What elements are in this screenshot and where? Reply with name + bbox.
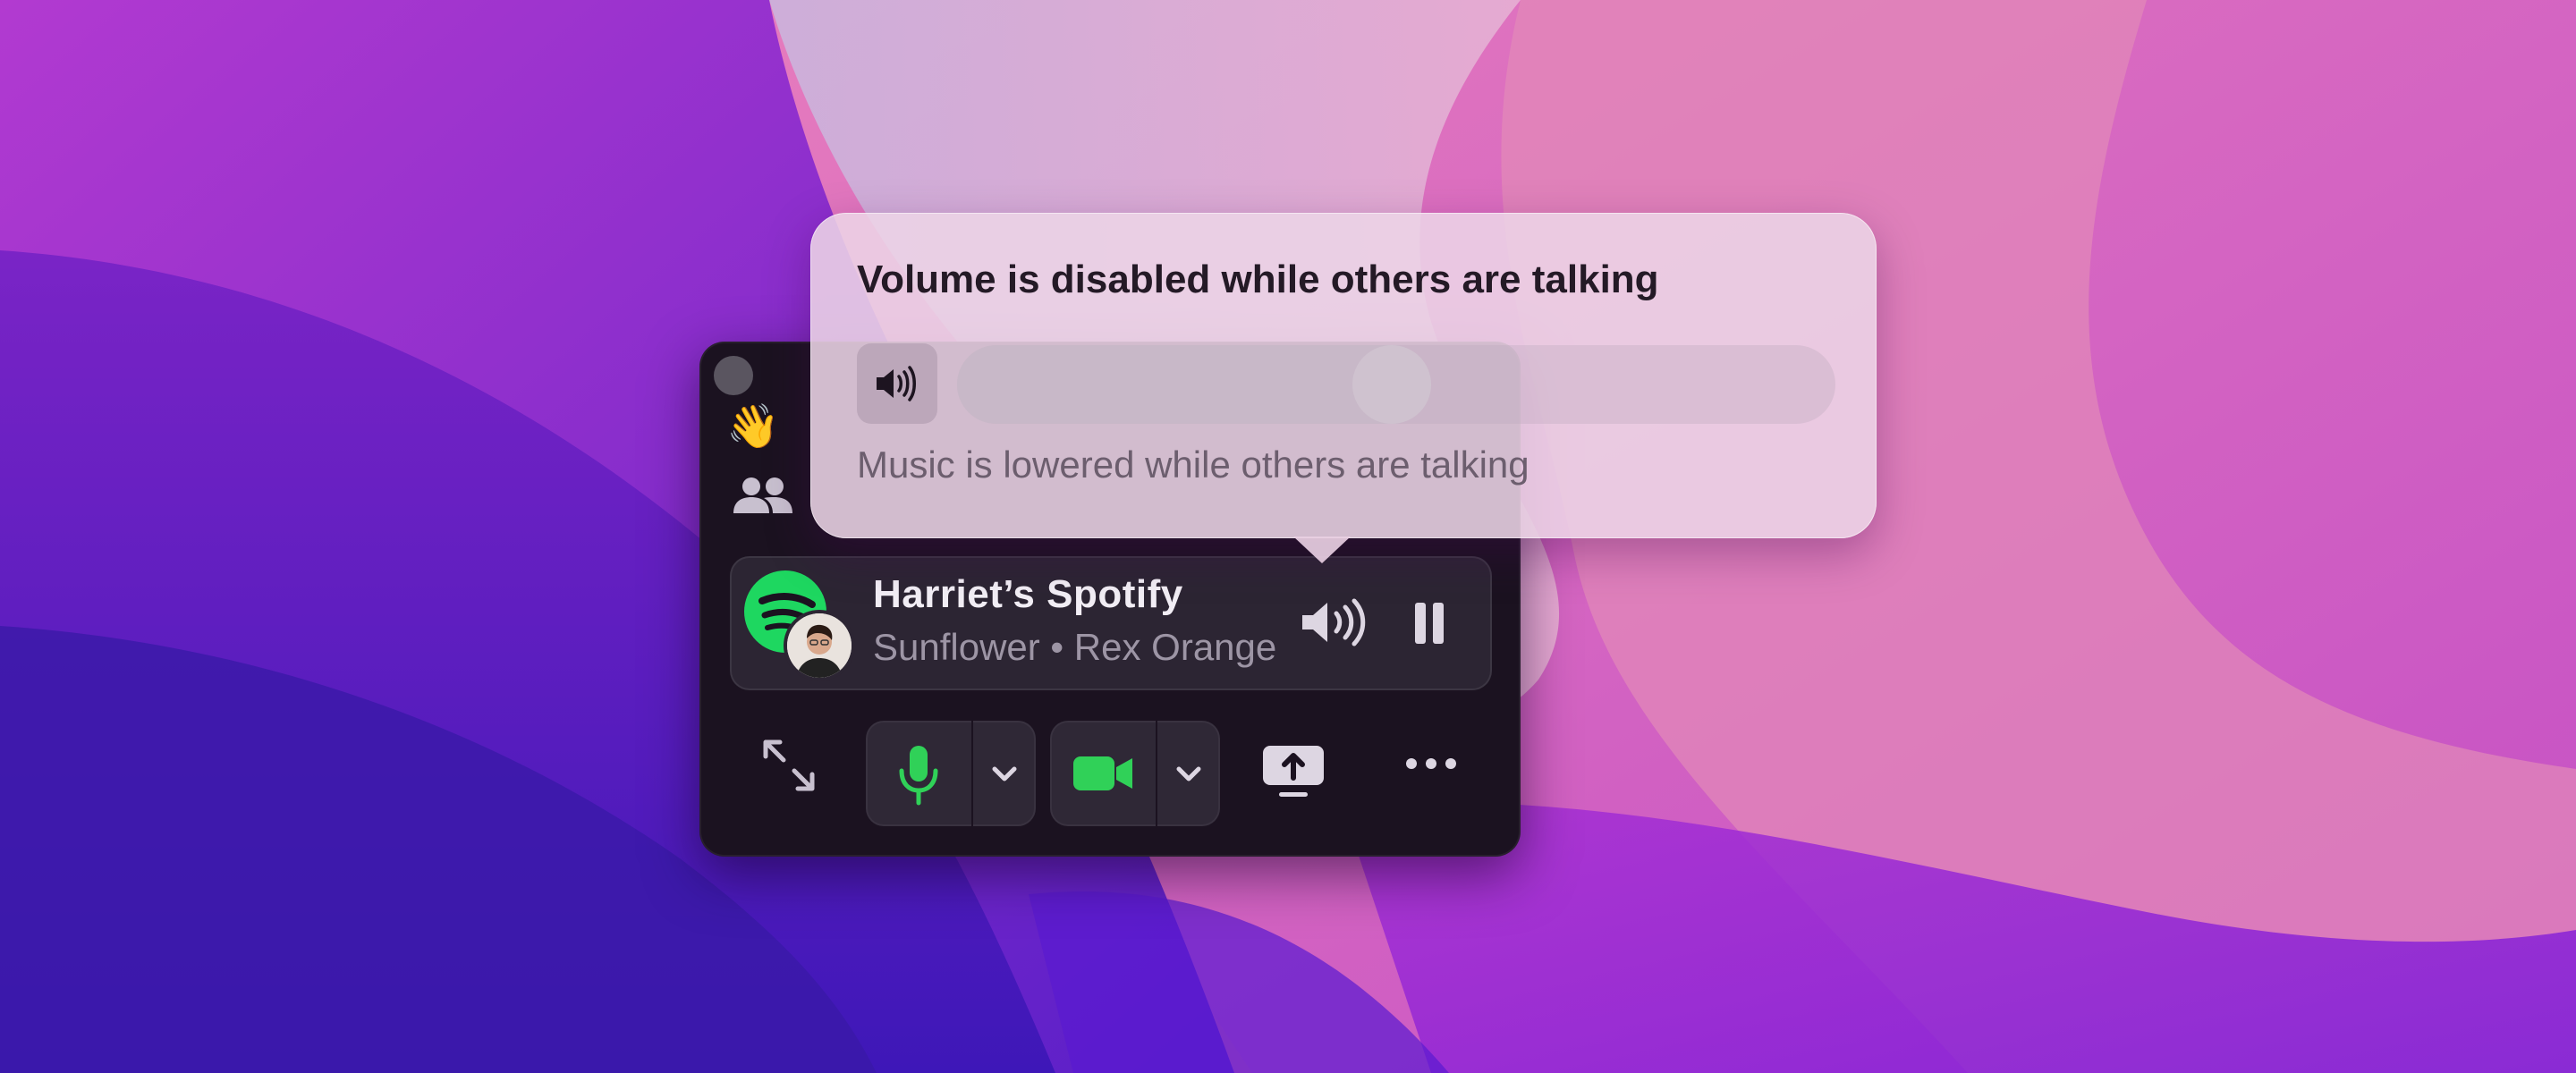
wave-emoji: 👋 xyxy=(726,403,780,451)
expand-icon[interactable] xyxy=(760,737,818,794)
more-options-button[interactable] xyxy=(1402,746,1460,782)
camera-options-button[interactable] xyxy=(1157,721,1220,826)
video-camera-icon xyxy=(1073,756,1132,790)
now-playing-subtitle: Sunflower • Rex Orange County xyxy=(873,626,1275,668)
people-icon[interactable] xyxy=(732,474,794,519)
pause-icon[interactable] xyxy=(1410,599,1449,649)
popover-speaker-button[interactable] xyxy=(857,343,937,424)
speaker-wave-icon[interactable] xyxy=(1299,596,1370,649)
chevron-down-icon xyxy=(992,766,1017,782)
microphone-button[interactable] xyxy=(866,721,971,826)
popover-title: Volume is disabled while others are talk… xyxy=(857,258,1659,301)
close-button[interactable] xyxy=(714,356,753,395)
avatar xyxy=(787,613,852,678)
volume-slider-knob[interactable] xyxy=(1352,345,1431,424)
popover-subtitle: Music is lowered while others are talkin… xyxy=(857,444,1530,486)
desktop-wallpaper: 👋 Harriet’s Spotify Sunflower • Rex Oran… xyxy=(0,0,2576,1073)
screen-share-icon[interactable] xyxy=(1261,742,1326,799)
volume-popover: Volume is disabled while others are talk… xyxy=(810,213,1877,563)
microphone-icon xyxy=(899,746,938,806)
now-playing-card[interactable]: Harriet’s Spotify Sunflower • Rex Orange… xyxy=(730,556,1492,690)
speaker-wave-icon xyxy=(877,366,916,401)
volume-slider[interactable] xyxy=(957,345,1835,424)
camera-control xyxy=(1050,721,1220,826)
chevron-down-icon xyxy=(1176,766,1201,782)
microphone-control xyxy=(866,721,1036,826)
camera-button[interactable] xyxy=(1050,721,1156,826)
now-playing-title: Harriet’s Spotify xyxy=(873,572,1183,616)
microphone-options-button[interactable] xyxy=(973,721,1036,826)
popover-arrow xyxy=(1293,536,1351,563)
call-toolbar xyxy=(699,721,1521,837)
